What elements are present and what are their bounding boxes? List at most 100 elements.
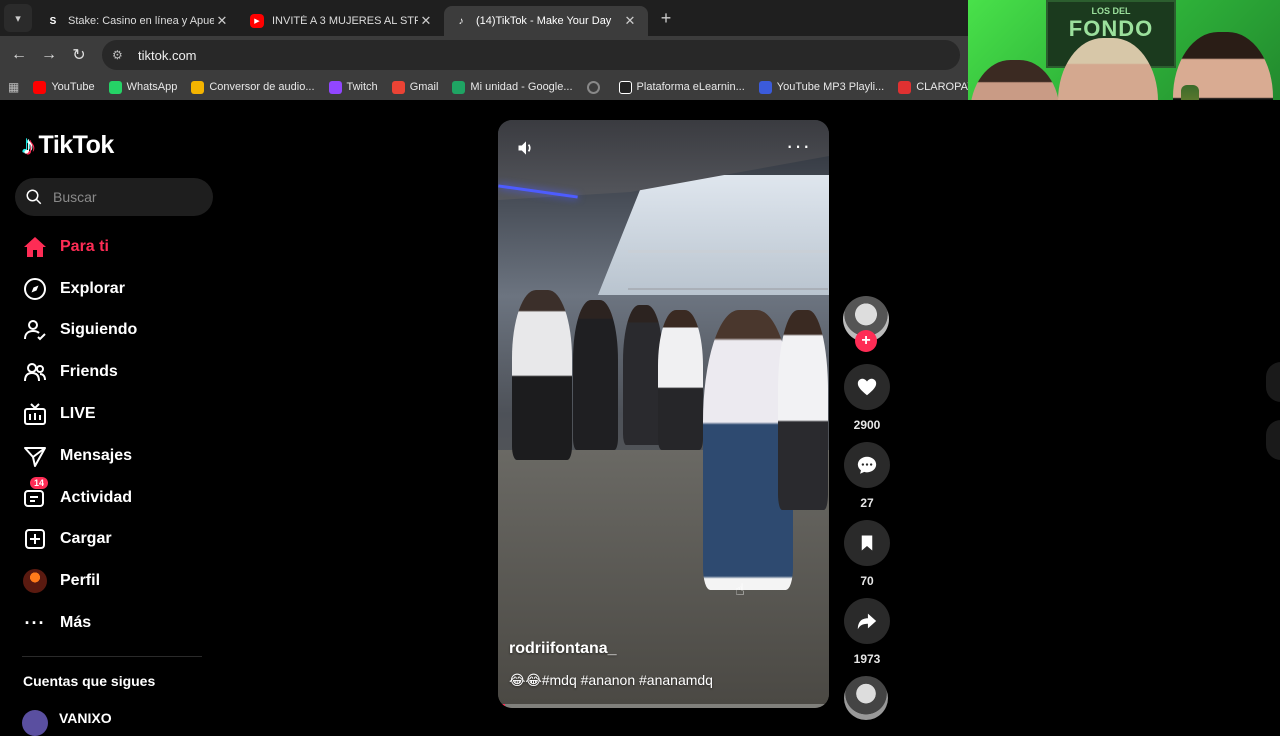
close-icon[interactable]: ✕ bbox=[418, 13, 434, 29]
activity-badge: 14 bbox=[30, 476, 49, 489]
bookmark-item[interactable]: YouTube MP3 Playli... bbox=[758, 80, 885, 94]
bookmark-label: WhatsApp bbox=[126, 81, 178, 93]
nav-label: Siguiendo bbox=[60, 321, 138, 339]
whatsapp-icon bbox=[108, 80, 122, 94]
bookmark-item[interactable]: YouTube bbox=[33, 80, 95, 94]
new-tab-button[interactable]: + bbox=[652, 8, 680, 29]
close-icon[interactable]: ✕ bbox=[622, 13, 638, 29]
follow-plus-icon[interactable]: + bbox=[855, 330, 877, 352]
heart-icon[interactable] bbox=[844, 364, 890, 410]
video-scene-person bbox=[623, 305, 663, 445]
bookmark-label: Gmail bbox=[409, 81, 439, 93]
bookmark-item[interactable]: Gmail bbox=[391, 80, 439, 94]
bookmark-label: YouTube MP3 Playli... bbox=[776, 81, 885, 93]
forward-icon[interactable]: → bbox=[34, 46, 64, 64]
poster-text: LOS DEL bbox=[1091, 6, 1131, 16]
nav-label: Friends bbox=[60, 363, 118, 381]
nav-item-live[interactable]: LIVE bbox=[22, 393, 222, 435]
home-icon bbox=[22, 234, 48, 260]
browser-tab-bar: ▾ S Stake: Casino en línea y Apuest ✕ ▶ … bbox=[0, 0, 968, 36]
search-input[interactable] bbox=[53, 189, 193, 205]
video-scene-person bbox=[778, 310, 828, 510]
bookmark-label: YouTube bbox=[51, 81, 95, 93]
browser-tab-active[interactable]: ♪ (14)TikTok - Make Your Day ✕ bbox=[444, 6, 648, 36]
bookmark-item[interactable]: Conversor de audio... bbox=[191, 80, 315, 94]
nav-label: Actividad bbox=[60, 488, 133, 506]
nav-label: Mensajes bbox=[60, 446, 133, 464]
bookmark-item[interactable]: WhatsApp bbox=[108, 80, 178, 94]
claro-icon bbox=[898, 80, 912, 94]
video-progress-bar[interactable] bbox=[498, 704, 829, 708]
nav-item-explorar[interactable]: Explorar bbox=[22, 268, 222, 310]
nav-label: Perfil bbox=[60, 572, 101, 590]
video-scene-person bbox=[512, 290, 572, 460]
nav-item-friends[interactable]: Friends bbox=[22, 351, 222, 393]
bookmark-label: Mi unidad - Google... bbox=[470, 81, 573, 93]
scroll-down-button[interactable] bbox=[1266, 420, 1280, 460]
url-text: tiktok.com bbox=[138, 47, 197, 63]
bookmark-label: CLAROPAY_TR bbox=[916, 81, 968, 93]
like-action[interactable]: 2900 bbox=[843, 364, 891, 432]
upload-icon bbox=[22, 526, 48, 552]
bookmark-label: Conversor de audio... bbox=[209, 81, 315, 93]
more-icon: ··· bbox=[24, 612, 46, 633]
live-icon bbox=[22, 401, 48, 427]
close-icon[interactable]: ✕ bbox=[214, 13, 230, 29]
apps-grid-icon[interactable]: ▦ bbox=[8, 80, 19, 94]
bookmark-item[interactable] bbox=[586, 80, 605, 94]
save-count: 70 bbox=[860, 574, 874, 588]
mp3-icon bbox=[758, 80, 772, 94]
nav-item-cargar[interactable]: Cargar bbox=[22, 519, 222, 561]
brand-name: TikTok bbox=[38, 131, 115, 159]
nav-item-mensajes[interactable]: Mensajes bbox=[22, 435, 222, 477]
comment-icon[interactable] bbox=[844, 442, 890, 488]
tiktok-logo-icon: ♪ bbox=[22, 130, 35, 160]
nav-item-perfil[interactable]: Perfil bbox=[22, 560, 222, 602]
comment-count: 27 bbox=[860, 496, 874, 510]
nav-item-para-ti[interactable]: Para ti bbox=[22, 226, 222, 268]
tab-search-button[interactable]: ▾ bbox=[4, 4, 32, 32]
comment-action[interactable]: 27 bbox=[843, 442, 891, 510]
url-input[interactable]: ⚙ tiktok.com bbox=[102, 40, 960, 70]
bookmark-item[interactable]: Mi unidad - Google... bbox=[452, 80, 573, 94]
browser-tab[interactable]: S Stake: Casino en línea y Apuest ✕ bbox=[36, 6, 240, 36]
bookmark-item[interactable]: Twitch bbox=[328, 80, 378, 94]
bookmarks-bar: ▦ YouTube WhatsApp Conversor de audio... Tw… bbox=[0, 74, 968, 100]
search-box[interactable] bbox=[15, 178, 213, 216]
stake-icon: S bbox=[49, 15, 57, 27]
video-author[interactable]: rodriifontana_ bbox=[509, 640, 617, 658]
music-disc-icon[interactable] bbox=[844, 676, 888, 720]
tiktok-logo[interactable]: ♪ TikTok bbox=[22, 130, 114, 161]
account-name: VANIXO bbox=[59, 710, 112, 726]
site-info-icon[interactable]: ⚙ bbox=[112, 48, 130, 62]
browser-tab[interactable]: ▶ INVITÉ A 3 MUJERES AL STREAM ✕ bbox=[240, 6, 444, 36]
save-action[interactable]: 70 bbox=[843, 520, 891, 588]
video-scene-truss bbox=[628, 250, 828, 290]
following-icon bbox=[22, 317, 48, 343]
nav-item-mas[interactable]: ··· Más bbox=[22, 602, 222, 644]
messages-icon bbox=[22, 443, 48, 469]
nav-item-siguiendo[interactable]: Siguiendo bbox=[22, 310, 222, 352]
following-account[interactable]: VANIXO bbox=[22, 700, 112, 736]
nav-item-actividad[interactable]: 14 Actividad bbox=[22, 476, 222, 519]
compass-icon bbox=[22, 276, 48, 302]
tab-title: Stake: Casino en línea y Apuest bbox=[68, 15, 214, 27]
share-action[interactable]: 1973 bbox=[843, 598, 891, 666]
bookmark-icon[interactable] bbox=[844, 520, 890, 566]
creator-avatar[interactable]: + bbox=[843, 296, 889, 352]
video-caption[interactable]: 😂😂#mdq #ananon #ananamdq bbox=[509, 672, 713, 689]
volume-icon[interactable] bbox=[516, 138, 536, 158]
bookmark-item[interactable]: CLAROPAY_TR bbox=[898, 80, 968, 94]
share-icon[interactable] bbox=[844, 598, 890, 644]
video-player[interactable]: ··· rodriifontana_ 😂😂#mdq #ananon #anana… bbox=[498, 120, 829, 708]
profile-icon bbox=[22, 568, 48, 594]
bookmark-item[interactable]: Plataforma eLearnin... bbox=[618, 80, 745, 94]
following-section-title: Cuentas que sigues bbox=[23, 673, 156, 689]
nav-label: Para ti bbox=[60, 237, 109, 255]
friends-icon bbox=[22, 359, 48, 385]
reload-icon[interactable]: ↻ bbox=[64, 45, 94, 65]
scroll-up-button[interactable] bbox=[1266, 362, 1280, 402]
more-options-icon[interactable]: ··· bbox=[786, 135, 811, 157]
video-progress-fill bbox=[498, 704, 505, 708]
back-icon[interactable]: ← bbox=[4, 46, 34, 64]
